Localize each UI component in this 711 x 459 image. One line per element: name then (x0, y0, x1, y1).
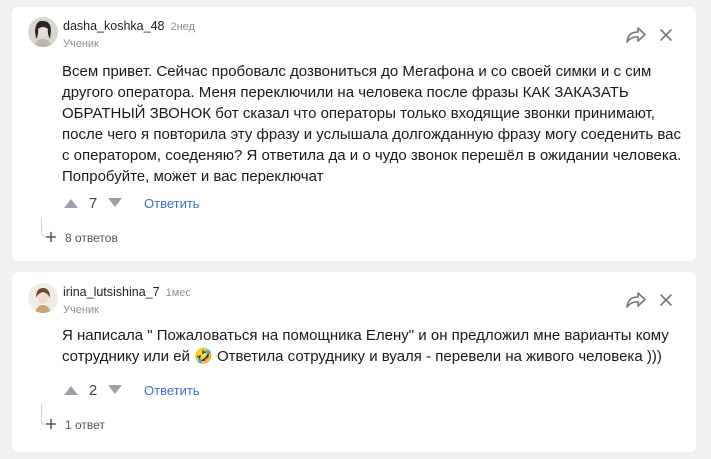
more-icon[interactable] (659, 293, 673, 307)
replies-count[interactable]: 1 ответ (65, 418, 105, 432)
expand-icon[interactable] (45, 418, 57, 430)
comment-time: 1мес (165, 287, 191, 299)
avatar[interactable] (28, 283, 58, 313)
comment-text-part: Ответила сотруднику и вуаля - перевели н… (212, 348, 662, 365)
author-role: Ученик (63, 38, 99, 50)
author-line: irina_lutsishina_7 1мес (63, 285, 191, 299)
share-icon[interactable] (625, 26, 647, 44)
reply-button[interactable]: Ответить (144, 196, 200, 211)
replies-count[interactable]: 8 ответов (65, 231, 118, 245)
upvote-icon[interactable] (62, 196, 80, 210)
laughing-emoji-icon: 🤣 (194, 348, 213, 365)
comment-time: 2нед (170, 21, 195, 33)
avatar[interactable] (28, 17, 58, 47)
author-username[interactable]: irina_lutsishina_7 (63, 285, 160, 299)
vote-count: 7 (88, 194, 98, 212)
author-line: dasha_koshka_48 2нед (63, 19, 195, 33)
comment-text: Всем привет. Сейчас пробовалс дозвонитьс… (62, 63, 682, 185)
upvote-icon[interactable] (62, 383, 80, 397)
reply-button[interactable]: Ответить (144, 383, 200, 398)
comment-card: dasha_koshka_48 2нед Ученик Всем привет. … (12, 7, 696, 261)
comment-actions: 2 Ответить (62, 380, 200, 400)
author-username[interactable]: dasha_koshka_48 (63, 19, 164, 33)
share-icon[interactable] (625, 291, 647, 309)
vote-count: 2 (88, 381, 98, 399)
expand-icon[interactable] (45, 231, 57, 243)
more-icon[interactable] (659, 28, 673, 42)
comment-actions: 7 Ответить (62, 193, 200, 213)
comment-card: irina_lutsishina_7 1мес Ученик Я написала… (12, 272, 696, 452)
author-role: Ученик (63, 304, 99, 316)
downvote-icon[interactable] (106, 383, 124, 397)
comment-text: Я написала " Пожаловаться на помощника Е… (62, 325, 692, 367)
downvote-icon[interactable] (106, 196, 124, 210)
